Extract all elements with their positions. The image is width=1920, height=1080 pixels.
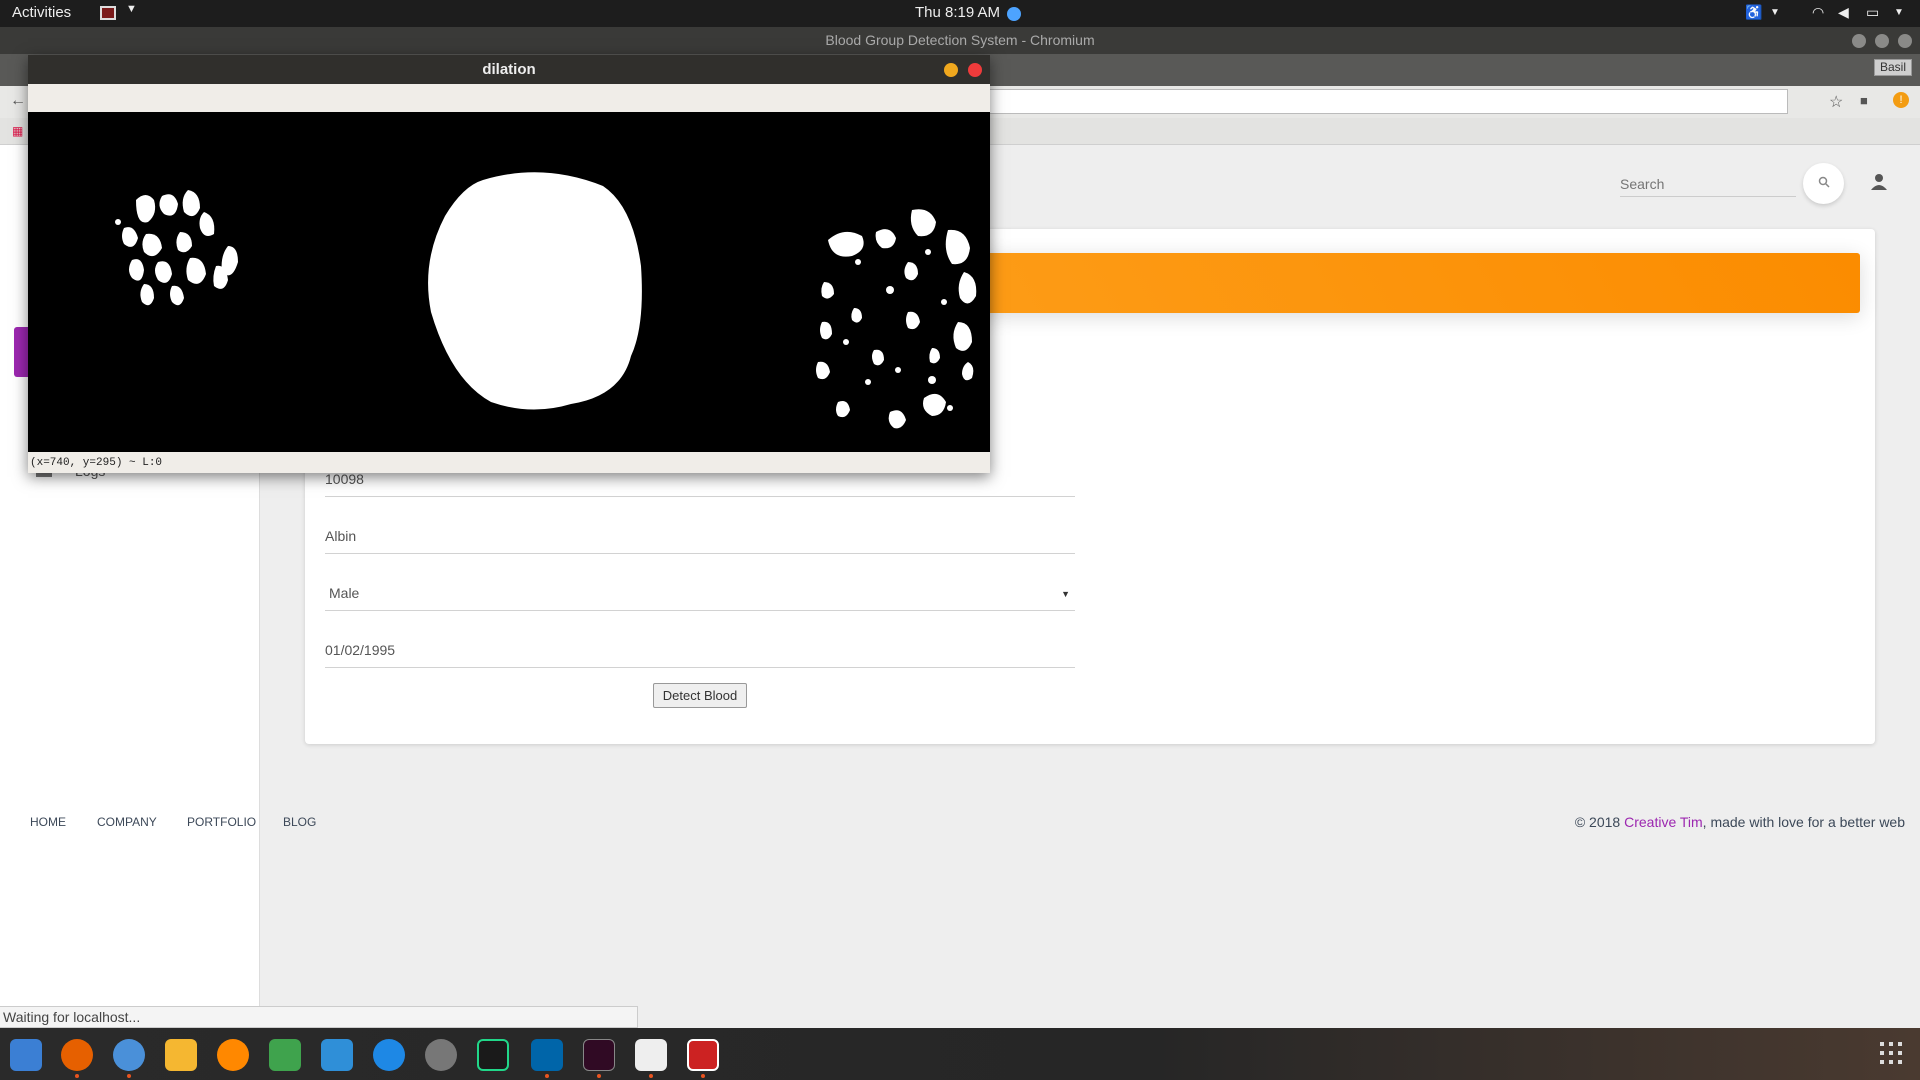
running-indicator	[701, 1074, 705, 1078]
opencv-window-icon[interactable]	[687, 1039, 719, 1071]
back-icon[interactable]: ←	[10, 92, 26, 110]
files-icon[interactable]	[10, 1039, 42, 1071]
search-icon	[1818, 176, 1830, 188]
detect-blood-button[interactable]: Detect Blood	[653, 683, 747, 708]
dilation-window[interactable]: dilation (x=740, y=295) ~ L:0	[28, 55, 990, 473]
wifi-icon[interactable]: ◠	[1812, 4, 1824, 21]
notification-badge-icon	[1007, 7, 1021, 21]
copyright-prefix: © 2018	[1574, 814, 1625, 830]
battery-icon[interactable]: ▭	[1866, 4, 1879, 21]
search-input[interactable]	[1620, 171, 1796, 197]
copyright: © 2018 Creative Tim, made with love for …	[1575, 814, 1905, 830]
image-viewer-icon[interactable]	[321, 1039, 353, 1071]
search-button[interactable]	[1803, 163, 1844, 204]
software-center-icon[interactable]	[373, 1039, 405, 1071]
terminal-icon[interactable]	[583, 1039, 615, 1071]
camera-icon[interactable]: ■	[1860, 93, 1868, 108]
footer-link-company[interactable]: COMPANY	[97, 815, 157, 829]
chevron-down-icon: ▼	[1061, 589, 1070, 599]
chromium-icon[interactable]	[113, 1039, 145, 1071]
running-indicator	[545, 1074, 549, 1078]
volume-icon[interactable]: ◀	[1838, 4, 1849, 21]
footer-link-portfolio[interactable]: PORTFOLIO	[187, 815, 256, 829]
close-icon[interactable]	[1898, 34, 1912, 48]
cursor-status: (x=740, y=295) ~ L:0	[30, 457, 163, 469]
star-icon[interactable]: ☆	[1829, 92, 1843, 112]
footer-link-blog[interactable]: BLOG	[283, 815, 316, 829]
minimize-icon[interactable]	[1852, 34, 1866, 48]
running-indicator	[597, 1074, 601, 1078]
show-applications-icon[interactable]	[1880, 1042, 1904, 1066]
profile-button[interactable]: Basil	[1873, 59, 1912, 76]
gender-select[interactable]: Male ▼	[325, 577, 1075, 611]
dilation-result-image[interactable]	[28, 112, 990, 452]
running-indicator	[127, 1074, 131, 1078]
running-indicator	[75, 1074, 79, 1078]
pycharm-icon[interactable]	[477, 1039, 509, 1071]
spreadsheet-icon[interactable]	[269, 1039, 301, 1071]
activities-button[interactable]: Activities	[12, 4, 71, 21]
top-panel: Activities ▼ Thu 8:19 AM ♿ ▼ ◠ ◀ ▭ ▼	[0, 0, 1920, 27]
chevron-down-icon[interactable]: ▼	[126, 3, 137, 15]
vlc-icon[interactable]	[217, 1039, 249, 1071]
chevron-down-icon[interactable]: ▼	[1770, 7, 1780, 18]
minimize-icon[interactable]	[944, 63, 958, 77]
address-bar[interactable]	[980, 89, 1788, 114]
user-icon[interactable]	[1868, 171, 1890, 193]
firefox-icon[interactable]	[61, 1039, 93, 1071]
browser-window-title: Blood Group Detection System - Chromium	[0, 27, 1920, 54]
running-indicator	[649, 1074, 653, 1078]
name-field[interactable]: Albin	[325, 520, 1075, 554]
center-sample-blob	[428, 172, 642, 410]
brand-link[interactable]: Creative Tim	[1624, 814, 1703, 830]
gender-select-value: Male	[329, 585, 360, 601]
apps-icon[interactable]: ▦	[12, 124, 23, 138]
close-icon[interactable]	[968, 63, 982, 77]
update-alert-icon[interactable]: !	[1893, 92, 1909, 108]
status-bubble: Waiting for localhost...	[0, 1006, 638, 1028]
dilation-window-title: dilation	[28, 55, 990, 84]
dob-field[interactable]: 01/02/1995	[325, 634, 1075, 668]
vscode-icon[interactable]	[531, 1039, 563, 1071]
app-indicator-icon[interactable]	[100, 6, 116, 20]
copyright-suffix: , made with love for a better web	[1702, 814, 1905, 830]
maximize-icon[interactable]	[1875, 34, 1889, 48]
settings-icon[interactable]	[425, 1039, 457, 1071]
footer-link-home[interactable]: HOME	[30, 815, 66, 829]
document-icon[interactable]	[635, 1039, 667, 1071]
clock[interactable]: Thu 8:19 AM	[915, 4, 1000, 21]
accessibility-icon[interactable]: ♿	[1745, 4, 1762, 21]
text-editor-icon[interactable]	[165, 1039, 197, 1071]
system-menu-icon[interactable]: ▼	[1894, 7, 1904, 18]
